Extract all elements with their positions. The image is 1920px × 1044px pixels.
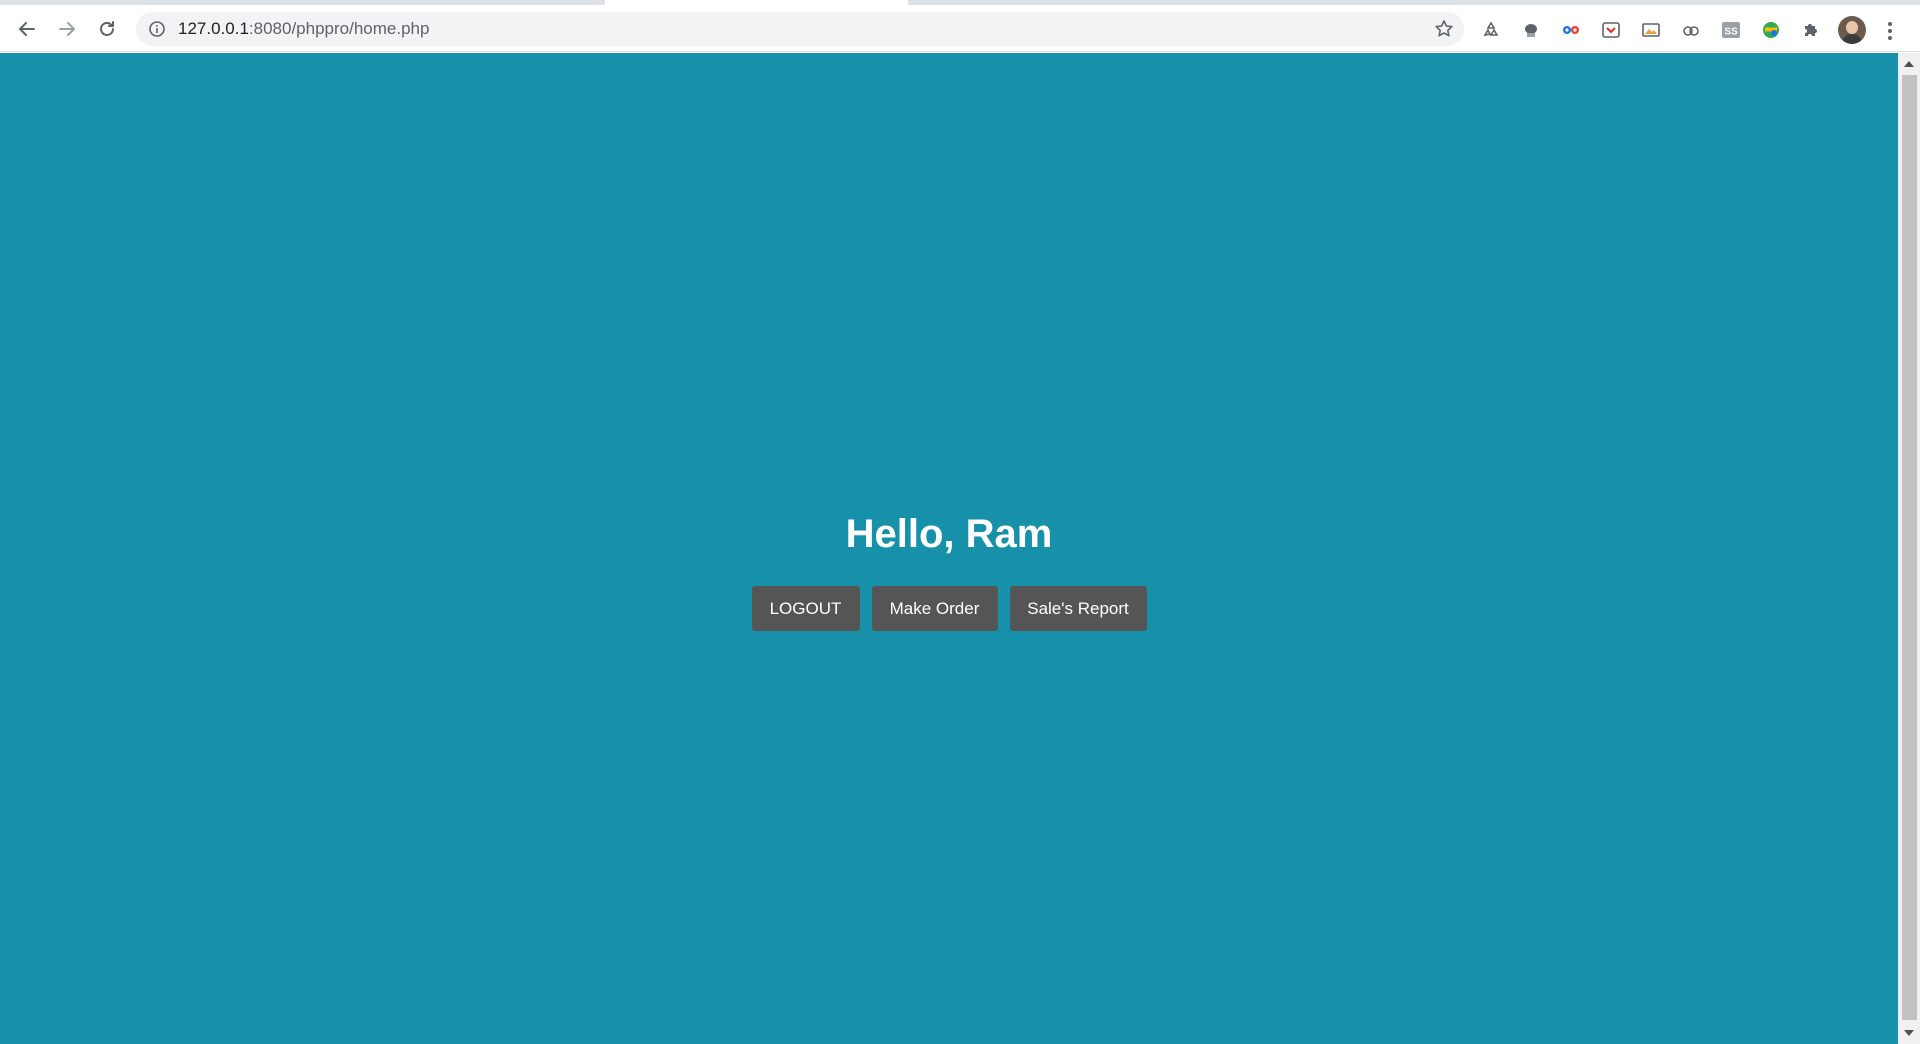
url-text[interactable]: 127.0.0.1:8080/phppro/home.php bbox=[178, 20, 429, 38]
puzzle-icon[interactable] bbox=[1800, 19, 1822, 41]
page-content: Hello, Ram LOGOUT Make Order Sale's Repo… bbox=[0, 53, 1898, 1044]
avatar-body bbox=[1842, 34, 1862, 44]
profile-avatar[interactable] bbox=[1838, 16, 1866, 44]
browser-window: 127.0.0.1:8080/phppro/home.php SS Hello,… bbox=[0, 0, 1920, 1044]
vertical-scrollbar[interactable] bbox=[1898, 53, 1920, 1044]
url-path: :8080/phppro/home.php bbox=[248, 19, 430, 38]
scroll-thumb[interactable] bbox=[1902, 75, 1917, 1020]
back-button[interactable] bbox=[12, 14, 42, 44]
svg-text:SS: SS bbox=[1724, 27, 1738, 38]
scroll-down-arrow-icon[interactable] bbox=[1904, 1030, 1914, 1036]
url-host: 127.0.0.1 bbox=[178, 19, 249, 38]
link-extension-icon[interactable] bbox=[1680, 19, 1702, 41]
sales-report-button[interactable]: Sale's Report bbox=[1009, 586, 1147, 631]
site-info-icon[interactable] bbox=[148, 20, 166, 38]
logout-button[interactable]: LOGOUT bbox=[751, 586, 860, 631]
eyes-extension-icon[interactable] bbox=[1560, 19, 1582, 41]
ss-extension-icon[interactable]: SS bbox=[1720, 19, 1742, 41]
browser-menu-icon[interactable] bbox=[1880, 20, 1900, 42]
scroll-up-arrow-icon[interactable] bbox=[1904, 61, 1914, 67]
address-bar[interactable]: 127.0.0.1:8080/phppro/home.php bbox=[136, 12, 1464, 46]
pocket-icon[interactable] bbox=[1600, 19, 1622, 41]
avatar-face bbox=[1846, 21, 1858, 34]
bookmark-star-icon[interactable] bbox=[1434, 19, 1454, 39]
tab-left-edge[interactable] bbox=[0, 0, 605, 5]
screen-cast-icon[interactable] bbox=[1640, 19, 1662, 41]
reload-icon bbox=[100, 21, 114, 36]
action-buttons: LOGOUT Make Order Sale's Report bbox=[0, 586, 1898, 631]
reload-button[interactable] bbox=[92, 14, 122, 44]
make-order-button[interactable]: Make Order bbox=[871, 586, 998, 631]
recycle-icon[interactable] bbox=[1480, 19, 1502, 41]
tab-right-edge[interactable] bbox=[908, 0, 1920, 5]
forward-arrow-icon bbox=[59, 22, 75, 36]
greeting-heading: Hello, Ram bbox=[845, 512, 1053, 556]
globe-extension-icon[interactable] bbox=[1760, 19, 1782, 41]
privacy-badger-icon[interactable] bbox=[1520, 19, 1542, 41]
forward-button[interactable] bbox=[52, 14, 82, 44]
back-arrow-icon bbox=[19, 22, 35, 36]
browser-toolbar: 127.0.0.1:8080/phppro/home.php SS bbox=[0, 6, 1920, 52]
